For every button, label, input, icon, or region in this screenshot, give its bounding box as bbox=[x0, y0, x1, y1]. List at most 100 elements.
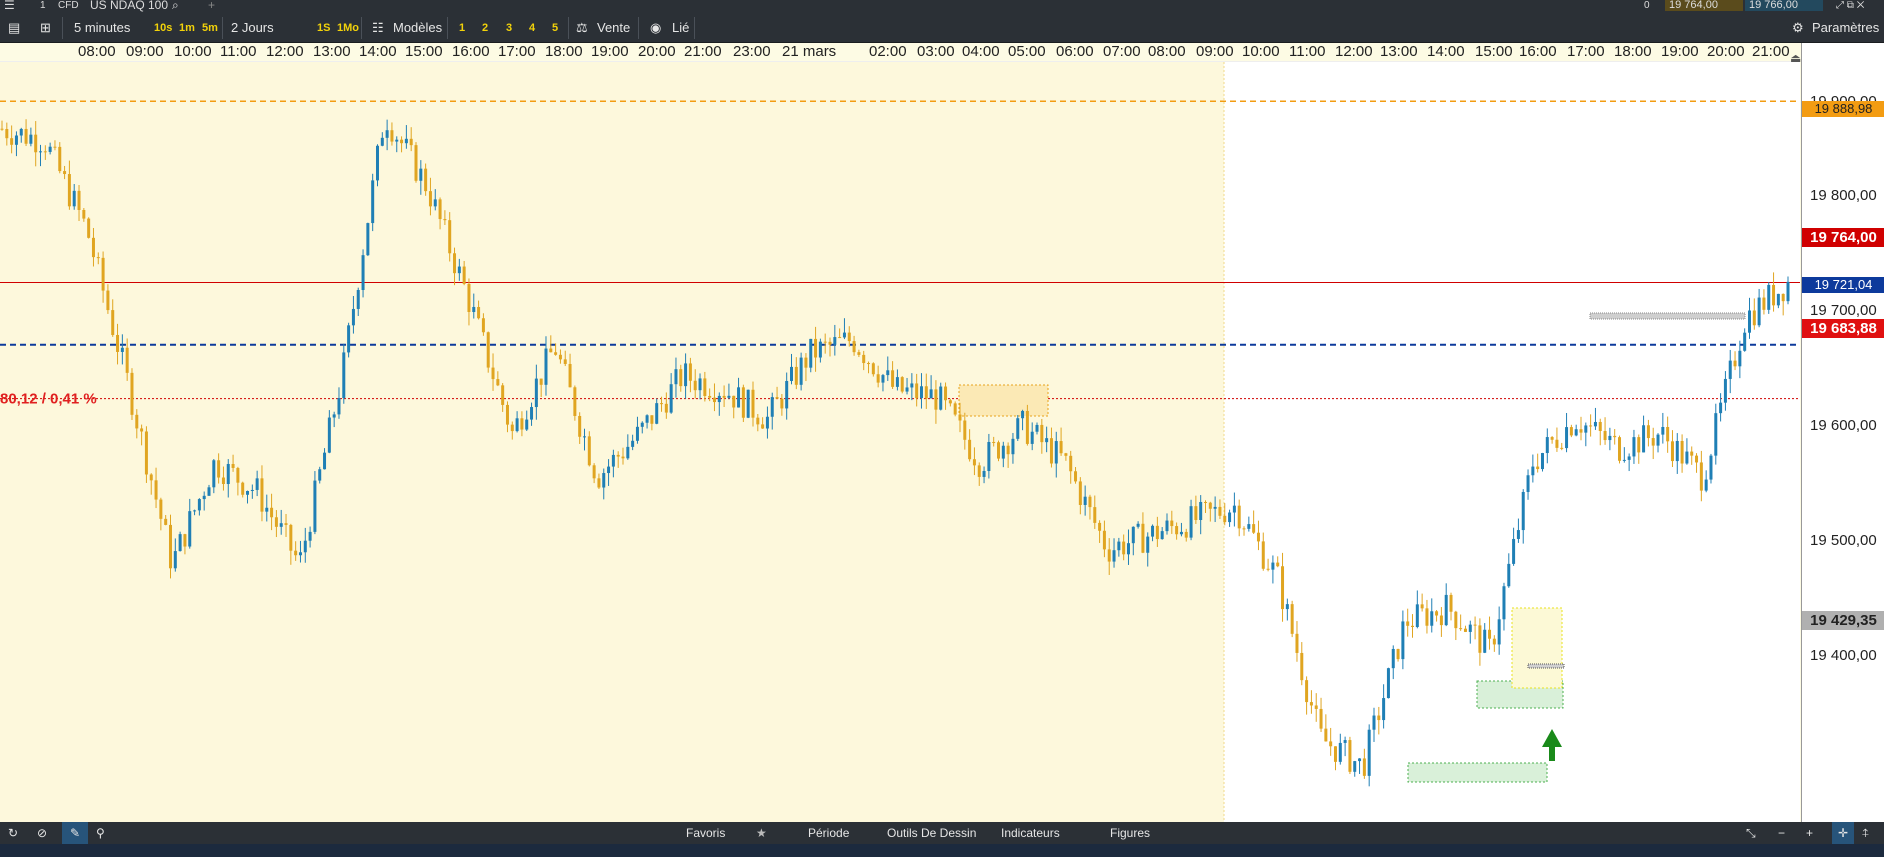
add-tab-icon[interactable]: + bbox=[208, 0, 215, 11]
candle-body bbox=[1772, 284, 1776, 306]
time-label: 09:00 bbox=[126, 43, 164, 60]
high-level-tag: 19 888,98 bbox=[1802, 101, 1884, 117]
period-tab[interactable]: Période bbox=[808, 822, 849, 844]
window-controls-icon[interactable]: ⤢ ⧉ ✕ bbox=[1836, 0, 1864, 11]
candle-body bbox=[1579, 429, 1583, 433]
candle-body bbox=[1054, 441, 1058, 464]
layout-2[interactable]: 2 bbox=[482, 18, 488, 38]
candle-body bbox=[1603, 430, 1607, 441]
candle-body bbox=[900, 377, 904, 392]
settings-button[interactable]: Paramètres bbox=[1812, 18, 1879, 38]
candle-body bbox=[1545, 437, 1549, 454]
layout-icon[interactable]: ⊞ bbox=[40, 18, 51, 38]
price-axis[interactable]: ⏏ 19 900,00 19 800,00 19 700,00 19 600,0… bbox=[1790, 43, 1884, 822]
ask-price[interactable]: 19 766,00 bbox=[1745, 0, 1823, 11]
candle-body bbox=[1719, 402, 1723, 414]
candle-body bbox=[1656, 434, 1660, 446]
candle-body bbox=[905, 387, 909, 392]
candle-body bbox=[573, 387, 577, 416]
candle-body bbox=[1131, 526, 1135, 544]
pencil-icon[interactable]: ✎ bbox=[62, 822, 89, 844]
candle-body bbox=[838, 337, 842, 339]
layout-3[interactable]: 3 bbox=[506, 18, 512, 38]
chart-area[interactable]: 80,12 / 0,41 % bbox=[0, 62, 1800, 822]
layout-5[interactable]: 5 bbox=[552, 18, 558, 38]
drawing-tools-tab[interactable]: Outils De Dessin bbox=[887, 822, 976, 844]
candle-body bbox=[236, 467, 240, 483]
candle-body bbox=[424, 168, 428, 192]
magnet-icon[interactable]: ⚲ bbox=[96, 822, 105, 844]
time-label: 18:00 bbox=[1614, 43, 1652, 60]
search-icon[interactable]: ⌕ bbox=[172, 0, 179, 11]
candle-body bbox=[1102, 530, 1106, 550]
candle-body bbox=[1305, 680, 1309, 703]
candle-body bbox=[1733, 360, 1737, 367]
scroll-top-icon[interactable]: ⏏ bbox=[1790, 51, 1801, 65]
scale-icon[interactable]: ⚖ bbox=[576, 18, 588, 38]
candle-body bbox=[1107, 549, 1111, 562]
candle-body bbox=[414, 145, 418, 181]
candle-body bbox=[1540, 453, 1544, 470]
demand-zone-lower[interactable] bbox=[1407, 762, 1548, 783]
candle-body bbox=[24, 128, 28, 144]
candle-body bbox=[250, 489, 254, 491]
candle-body bbox=[1622, 459, 1626, 461]
linked-button[interactable]: Lié bbox=[672, 18, 689, 38]
candle-body bbox=[1194, 506, 1198, 521]
range-1s[interactable]: 1S bbox=[317, 18, 330, 38]
range-1mo[interactable]: 1Mo bbox=[337, 18, 359, 38]
candle-body bbox=[221, 477, 225, 485]
list-icon[interactable]: ▤ bbox=[8, 18, 20, 38]
menu-icon[interactable]: ☰ bbox=[4, 0, 15, 11]
candle-body bbox=[149, 474, 153, 481]
figures-tab[interactable]: Figures bbox=[1110, 822, 1150, 844]
candle-body bbox=[977, 465, 981, 477]
interval-1m[interactable]: 1m bbox=[179, 18, 195, 38]
candle-body bbox=[125, 347, 129, 373]
layout-4[interactable]: 4 bbox=[529, 18, 535, 38]
hide-icon[interactable]: ⊘ bbox=[37, 822, 47, 844]
interval-10s[interactable]: 10s bbox=[154, 18, 172, 38]
bid-price[interactable]: 19 764,00 bbox=[1665, 0, 1743, 11]
refresh-icon[interactable]: ↻ bbox=[8, 822, 18, 844]
candle-body bbox=[1757, 297, 1761, 326]
zoom-in-icon[interactable]: + bbox=[1806, 822, 1813, 844]
candlestick-chart[interactable]: 80,12 / 0,41 % bbox=[0, 62, 1800, 822]
resistance-marker[interactable] bbox=[1589, 312, 1746, 320]
yellow-box[interactable] bbox=[1511, 607, 1563, 689]
indicators-tab[interactable]: Indicateurs bbox=[1001, 822, 1060, 844]
candle-body bbox=[241, 482, 245, 495]
support-marker[interactable] bbox=[1527, 663, 1565, 669]
candle-body bbox=[1555, 439, 1559, 448]
candle-body bbox=[1136, 523, 1140, 527]
star-icon[interactable]: ★ bbox=[756, 822, 767, 844]
templates-icon[interactable]: ☷ bbox=[372, 18, 384, 38]
layout-1[interactable]: 1 bbox=[459, 18, 465, 38]
crosshair-icon[interactable]: ✛ bbox=[1832, 822, 1855, 844]
eye-icon[interactable]: ◉ bbox=[650, 18, 661, 38]
interval-5m[interactable]: 5m bbox=[202, 18, 218, 38]
gear-icon[interactable]: ⚙ bbox=[1792, 18, 1804, 38]
candle-body bbox=[43, 151, 47, 153]
candle-body bbox=[1444, 594, 1448, 626]
candle-body bbox=[496, 379, 500, 386]
candle-body bbox=[1396, 648, 1400, 660]
templates-button[interactable]: Modèles bbox=[393, 18, 442, 38]
favorites-tab[interactable]: Favoris bbox=[686, 822, 725, 844]
candle-body bbox=[876, 374, 880, 383]
candle-body bbox=[578, 415, 582, 437]
time-label: 02:00 bbox=[869, 43, 907, 60]
candle-body bbox=[645, 415, 649, 423]
candle-body bbox=[14, 135, 18, 145]
zoom-fit-icon[interactable]: ⤡ bbox=[1746, 822, 1756, 844]
interval-select[interactable]: 5 minutes bbox=[74, 18, 130, 38]
candle-body bbox=[1319, 708, 1323, 729]
consolidation-zone[interactable] bbox=[958, 384, 1049, 417]
time-label: 21:00 bbox=[1752, 43, 1790, 60]
pin-icon[interactable]: ⍏ bbox=[1862, 822, 1869, 844]
range-select[interactable]: 2 Jours bbox=[231, 18, 274, 38]
zoom-out-icon[interactable]: − bbox=[1778, 822, 1785, 844]
sell-button[interactable]: Vente bbox=[597, 18, 630, 38]
candle-body bbox=[1256, 532, 1260, 542]
instrument-name[interactable]: US NDAQ 100 bbox=[90, 0, 168, 11]
